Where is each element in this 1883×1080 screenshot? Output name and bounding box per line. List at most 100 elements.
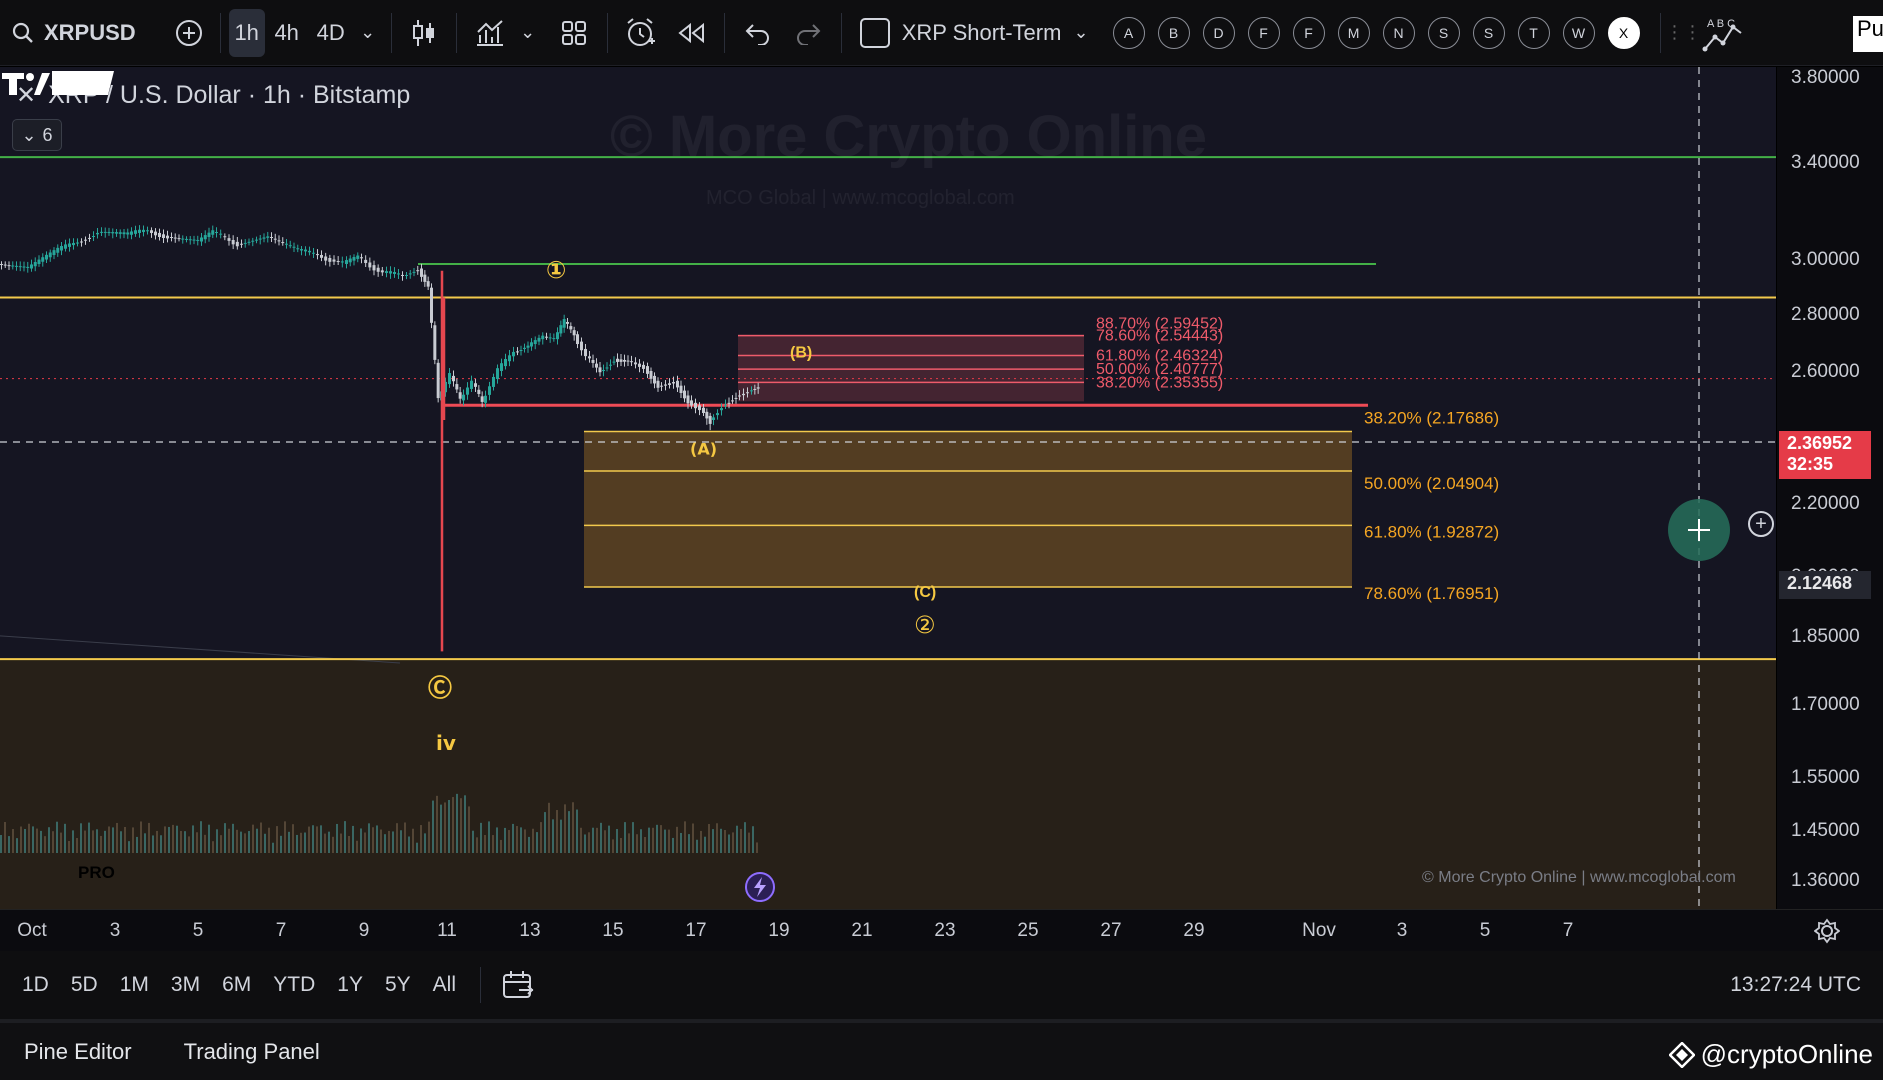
candle-body xyxy=(668,383,671,385)
candle-body xyxy=(243,242,247,244)
letter-button[interactable]: F xyxy=(1292,16,1325,49)
letter-button[interactable]: B xyxy=(1157,16,1190,49)
range-6m[interactable]: 6M xyxy=(222,973,251,997)
letter-button-active[interactable]: X xyxy=(1607,16,1640,49)
crosshair-price-tag: 2.12468 xyxy=(1779,571,1871,599)
candle-body xyxy=(72,242,75,246)
range-5d[interactable]: 5D xyxy=(71,973,98,997)
time-axis[interactable]: Oct 3 5 7 9 11 13 15 17 19 21 23 25 27 2… xyxy=(0,909,1883,951)
chart-pane[interactable]: 88.70% (2.59452) 78.60% (2.54443) 61.80% (… xyxy=(0,67,1776,909)
settings-gear-icon[interactable] xyxy=(1814,918,1840,944)
timeframe-4h[interactable]: 4h xyxy=(265,9,309,57)
timeframe-4d[interactable]: 4D xyxy=(309,9,353,57)
tab-pine-editor[interactable]: Pine Editor xyxy=(24,1039,132,1065)
letter-button[interactable]: A xyxy=(1112,16,1145,49)
candle-body xyxy=(389,271,392,274)
volume-bar xyxy=(276,826,278,853)
indicator-count: 6 xyxy=(42,124,53,145)
volume-bar xyxy=(444,802,446,853)
goto-date-icon[interactable] xyxy=(501,969,535,1001)
candle-body xyxy=(458,392,462,399)
range-all[interactable]: All xyxy=(433,973,456,997)
layout-menu-button[interactable]: XRP Short-Term ⌄ xyxy=(850,9,1099,57)
alert-button[interactable] xyxy=(616,9,666,57)
candle-body xyxy=(738,395,741,397)
current-price: 2.36952 xyxy=(1787,433,1853,453)
price-axis[interactable]: 3.80000 3.40000 3.00000 2.80000 2.60000 … xyxy=(1777,67,1883,909)
indicators-button[interactable] xyxy=(465,9,515,57)
volume-bar xyxy=(316,826,318,853)
timeframe-dropdown[interactable]: ⌄ xyxy=(353,9,383,57)
price-label: 3.80000 xyxy=(1791,67,1860,88)
wave-label: Ⓒ xyxy=(428,674,452,702)
price-label: 1.85000 xyxy=(1791,626,1860,647)
add-plus-icon[interactable]: + xyxy=(1748,511,1774,537)
range-1y[interactable]: 1Y xyxy=(337,973,363,997)
volume-bar xyxy=(680,832,682,853)
indicators-dropdown[interactable]: ⌄ xyxy=(515,9,541,57)
symbol-search-button[interactable]: XRPUSD xyxy=(0,9,146,57)
volume-bar xyxy=(248,831,250,853)
tab-trading-panel[interactable]: Trading Panel xyxy=(184,1039,320,1065)
volume-bar xyxy=(588,832,590,853)
candle-body xyxy=(380,270,384,273)
candle-body xyxy=(519,349,523,351)
letter-button[interactable]: S xyxy=(1427,16,1460,49)
candle-body xyxy=(656,380,660,388)
volume-bar xyxy=(428,821,430,853)
candle-body xyxy=(235,241,239,247)
letter-button[interactable]: T xyxy=(1517,16,1550,49)
letter-button[interactable]: D xyxy=(1202,16,1235,49)
utc-clock[interactable]: 13:27:24 UTC xyxy=(1730,973,1861,997)
lightning-icon[interactable] xyxy=(736,867,778,907)
volume-bar xyxy=(236,829,238,853)
candle-body xyxy=(115,232,118,234)
volume-bar xyxy=(52,831,54,853)
candle-body xyxy=(277,240,281,242)
text-tool-button[interactable]: A B C xyxy=(1699,9,1747,57)
candle-body xyxy=(52,250,56,255)
chart-type-button[interactable] xyxy=(400,9,448,57)
range-1d[interactable]: 1D xyxy=(22,973,49,997)
undo-button[interactable] xyxy=(733,9,783,57)
wave-label-c: (C) xyxy=(914,584,936,601)
volume-bar xyxy=(476,837,478,853)
indicators-icon xyxy=(476,19,503,46)
chevron-down-icon: ⌄ xyxy=(520,22,536,42)
candle-body xyxy=(408,273,412,275)
range-1m[interactable]: 1M xyxy=(120,973,149,997)
volume-bar xyxy=(164,826,166,853)
redo-button[interactable] xyxy=(783,9,833,57)
candle-body xyxy=(188,239,192,241)
volume-bar xyxy=(512,823,514,853)
volume-bar xyxy=(32,826,34,853)
letter-button[interactable]: N xyxy=(1382,16,1415,49)
range-3m[interactable]: 3M xyxy=(171,973,200,997)
candle-body xyxy=(488,386,491,395)
candles-icon xyxy=(412,19,434,46)
candle-body xyxy=(340,261,344,263)
drag-handle-icon[interactable]: ⋮⋮ xyxy=(1666,9,1702,57)
candle-body xyxy=(750,390,753,392)
compare-symbol-button[interactable] xyxy=(166,9,212,57)
candle-body xyxy=(516,351,519,353)
range-ytd[interactable]: YTD xyxy=(273,973,315,997)
publish-button-cutoff[interactable]: Pu xyxy=(1853,16,1883,52)
candle-body xyxy=(304,249,307,252)
replay-button[interactable] xyxy=(666,9,716,57)
letter-button[interactable]: F xyxy=(1247,16,1280,49)
volume-bar xyxy=(92,830,94,853)
volume-bar xyxy=(48,827,50,853)
candle-body xyxy=(385,271,388,273)
symbol-label: XRPUSD xyxy=(44,19,136,45)
letter-button[interactable]: S xyxy=(1472,16,1505,49)
templates-button[interactable] xyxy=(549,9,599,57)
timeframe-label: 4D xyxy=(316,19,345,45)
range-5y[interactable]: 5Y xyxy=(385,973,411,997)
timeframe-1h[interactable]: 1h xyxy=(228,8,265,57)
letter-button[interactable]: M xyxy=(1337,16,1370,49)
candle-body xyxy=(746,392,749,394)
letter-button[interactable]: W xyxy=(1562,16,1595,49)
collapse-indicators-button[interactable]: ⌄ 6 xyxy=(12,119,62,151)
candle-body xyxy=(436,362,440,399)
